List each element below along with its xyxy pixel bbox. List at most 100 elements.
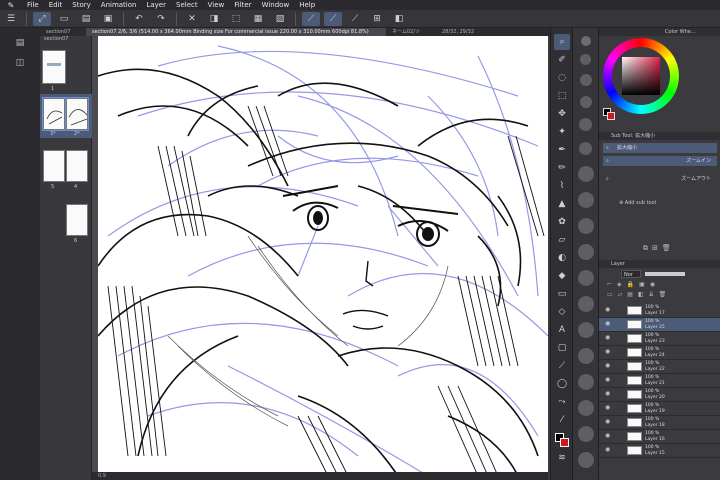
brush-size-swatch[interactable] <box>578 166 594 182</box>
layer-row[interactable]: ◉ 100 % Layer 19 <box>599 402 720 416</box>
brush-size-swatch[interactable] <box>578 270 594 286</box>
brush-size-swatch[interactable] <box>579 142 592 155</box>
blend-tool-icon[interactable]: ◐ <box>554 250 570 266</box>
menu-view[interactable]: View <box>203 0 230 10</box>
brush-size-swatch[interactable] <box>578 452 594 468</box>
menu-edit[interactable]: Edit <box>44 0 68 10</box>
mask-icon[interactable]: ▣ <box>639 281 650 288</box>
visibility-eye-icon[interactable]: ◉ <box>605 390 610 397</box>
layer-row[interactable]: ◉ 100 % Layer 21 <box>599 374 720 388</box>
page-thumbnail-1[interactable] <box>42 50 66 84</box>
subtool-item-zoom-out[interactable]: ⌕ ズームアウト <box>603 174 717 184</box>
layer-row[interactable]: ◉ 100 % Layer 17 <box>599 304 720 318</box>
new-icon[interactable]: ⊞ <box>652 244 662 252</box>
app-logo-icon[interactable]: ✎ <box>0 0 22 10</box>
brush-size-swatch[interactable] <box>578 296 594 312</box>
color-icon[interactable]: ◉ <box>650 281 660 288</box>
frame-tool-icon[interactable]: ▢ <box>554 340 570 356</box>
brush-size-swatch[interactable] <box>578 374 594 390</box>
menu-layer[interactable]: Layer <box>141 0 171 10</box>
decoration-tool-icon[interactable]: ✿ <box>554 214 570 230</box>
layer-row[interactable]: ◉ 100 % Layer 24 <box>599 346 720 360</box>
visibility-eye-icon[interactable]: ◉ <box>605 432 610 439</box>
pages-panel-icon[interactable]: ▤ <box>16 38 25 48</box>
brush-size-swatch[interactable] <box>578 218 594 234</box>
snap-special-ruler-icon[interactable]: ⟋ <box>324 11 342 26</box>
menu-story[interactable]: Story <box>67 0 96 10</box>
drawing-canvas[interactable] <box>98 36 548 476</box>
gradient-tool-icon[interactable]: ▭ <box>554 286 570 302</box>
brush-size-swatch[interactable] <box>578 400 594 416</box>
brush-tool-icon[interactable]: ⌇ <box>554 178 570 194</box>
airbrush-tool-icon[interactable]: ▲ <box>554 196 570 212</box>
balloon-tool-icon[interactable]: ◯ <box>554 376 570 392</box>
layer-row[interactable]: ◉ 100 % Layer 16 <box>599 430 720 444</box>
layer-row[interactable]: ◉ 100 % Layer 20 <box>599 388 720 402</box>
brush-size-swatch[interactable] <box>578 244 594 260</box>
pencil-tool-icon[interactable]: ✏ <box>554 160 570 176</box>
page-thumbnail-4[interactable] <box>66 150 88 182</box>
brush-size-swatch[interactable] <box>578 322 594 338</box>
delete-layer-icon[interactable]: 🗑 <box>659 291 672 298</box>
lock-icon[interactable]: 🔒 <box>627 281 639 288</box>
layer-row[interactable]: ◉ 100 % Layer 23 <box>599 332 720 346</box>
page-thumbnail-6[interactable] <box>66 204 88 236</box>
page-thumbnail-5[interactable] <box>43 150 65 182</box>
lasso-tool-icon[interactable]: ◌ <box>554 70 570 86</box>
undo-icon[interactable]: ↶ <box>130 12 148 26</box>
line-tool-icon[interactable]: ⁄ <box>554 412 570 428</box>
eyedropper-tool-icon[interactable]: ✐ <box>554 52 570 68</box>
invert-selection-icon[interactable]: ▧ <box>271 12 289 26</box>
hamburger-menu-icon[interactable]: ☰ <box>2 12 20 26</box>
duplicate-icon[interactable]: ⧉ <box>643 244 652 252</box>
visibility-eye-icon[interactable]: ◉ <box>605 446 610 453</box>
subtool-item-zoom-in[interactable]: ⌕ ズームイン <box>603 156 717 166</box>
layer-row[interactable]: ◉ 100 % Layer 22 <box>599 360 720 374</box>
transparent-color-icon[interactable]: ≋ <box>554 450 570 466</box>
brush-size-swatch[interactable] <box>578 192 594 208</box>
pen-tool-icon[interactable]: ✒ <box>554 142 570 158</box>
new-raster-layer-icon[interactable]: ▭ <box>607 291 618 298</box>
menu-animation[interactable]: Animation <box>96 0 142 10</box>
brush-size-swatch[interactable] <box>579 118 592 131</box>
merge-down-icon[interactable]: ⇊ <box>649 291 659 298</box>
page-thumbnail-3[interactable] <box>42 97 66 131</box>
eraser-tool-icon[interactable]: ▱ <box>554 232 570 248</box>
layer-row[interactable]: ◉ 100 % Layer 15 <box>599 444 720 458</box>
color-swatch-icon[interactable] <box>554 432 570 448</box>
blend-mode-select[interactable]: Nor <box>621 270 641 278</box>
tab-active-document[interactable]: section07 2/6, 3/6 (514.00 x 364.00mm Bi… <box>86 28 386 36</box>
canvas-area[interactable] <box>92 36 548 480</box>
color-wheel[interactable] <box>603 38 679 114</box>
layer-row[interactable]: ◉ 100 % Layer 25 <box>599 318 720 332</box>
brush-size-swatch[interactable] <box>580 54 591 65</box>
menu-file[interactable]: File <box>22 0 44 10</box>
new-folder-icon[interactable]: ▤ <box>627 291 638 298</box>
clip-icon[interactable]: ⌐ <box>607 281 617 288</box>
delete-icon[interactable]: 🗑 <box>662 244 675 252</box>
subtool-item-zoom[interactable]: ⌕ 拡大縮小 <box>603 143 717 153</box>
reference-layer-icon[interactable]: ◈ <box>617 281 627 288</box>
brush-size-swatch[interactable] <box>578 426 594 442</box>
selection-tool-icon[interactable]: ⬚ <box>554 88 570 104</box>
grid-icon[interactable]: ⊞ <box>368 12 386 26</box>
correct-line-tool-icon[interactable]: ⤳ <box>554 394 570 410</box>
brush-size-swatch[interactable] <box>580 74 592 86</box>
transform-icon[interactable]: ⬚ <box>227 12 245 26</box>
fill-icon[interactable]: ◨ <box>205 12 223 26</box>
menu-filter[interactable]: Filter <box>229 0 256 10</box>
visibility-eye-icon[interactable]: ◉ <box>605 348 610 355</box>
fill-tool-icon[interactable]: ◆ <box>554 268 570 284</box>
move-tool-icon[interactable]: ✥ <box>554 106 570 122</box>
visibility-eye-icon[interactable]: ◉ <box>605 362 610 369</box>
opacity-slider[interactable] <box>645 272 685 276</box>
clear-icon[interactable]: ✕ <box>183 12 201 26</box>
menu-select[interactable]: Select <box>171 0 203 10</box>
new-file-icon[interactable]: ▭ <box>55 12 73 26</box>
modify-icon[interactable]: ⤢ <box>33 11 51 26</box>
new-vector-layer-icon[interactable]: ▱ <box>618 291 628 298</box>
redo-icon[interactable]: ↷ <box>152 12 170 26</box>
layer-properties-icon[interactable]: ◫ <box>16 58 25 68</box>
zoom-tool-icon[interactable]: ⌕ <box>554 34 570 50</box>
menu-window[interactable]: Window <box>257 0 295 10</box>
